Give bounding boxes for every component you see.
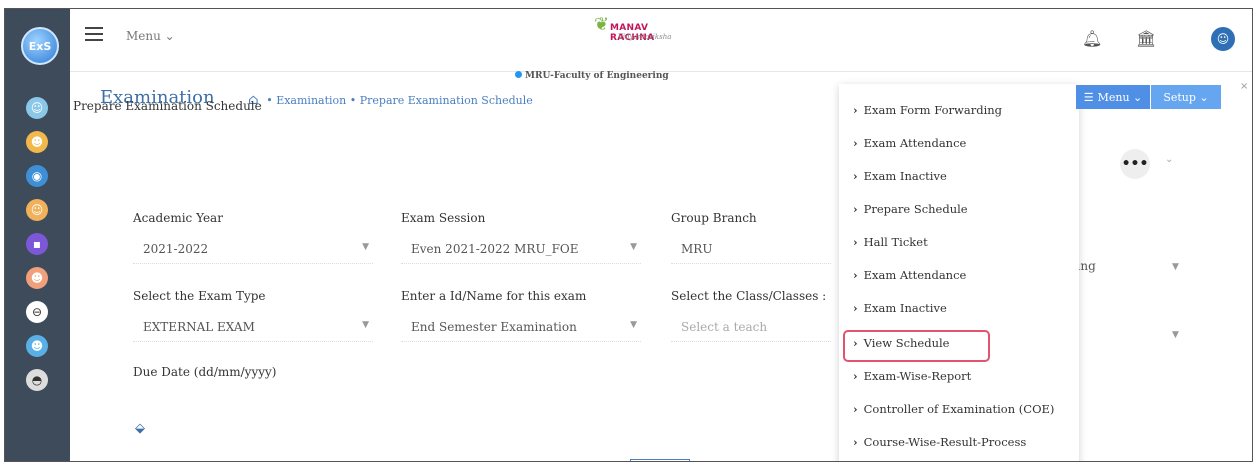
academic-year-value: 2021-2022 <box>143 242 209 256</box>
class-select[interactable]: Select a teach <box>671 315 831 342</box>
faculty-icon[interactable]: ☻ <box>26 131 48 153</box>
menu-item-exam-inactive-2[interactable]: › Exam Inactive <box>853 301 947 315</box>
brand-tagline: Vidyantariksha <box>618 33 672 41</box>
app-logo[interactable]: ExS <box>21 27 59 65</box>
menu-item-prepare-schedule[interactable]: › Prepare Schedule <box>853 202 968 216</box>
exam-type-label: Select the Exam Type <box>133 289 266 303</box>
chevron-down-icon: ▼ <box>1172 262 1179 272</box>
menu-item-label: Prepare Schedule <box>863 202 968 216</box>
chevron-right-icon: › <box>853 169 858 183</box>
chevron-right-icon: › <box>853 235 858 249</box>
menu-item-label: View Schedule <box>863 336 950 350</box>
chevron-right-icon: › <box>853 103 858 117</box>
exam-session-select[interactable]: Even 2021-2022 MRU_FOE ▼ <box>401 237 641 264</box>
menu-item-label: Exam-Wise-Report <box>863 369 972 383</box>
chevron-right-icon: › <box>853 369 858 383</box>
academic-year-label: Academic Year <box>133 211 223 225</box>
chevron-right-icon: › <box>853 301 858 315</box>
student-icon[interactable]: ☺ <box>26 199 48 221</box>
left-rail: ExS ☺ ☻ ◉ ☺ ▪ ☻ ⊖ ☻ ◓ <box>5 9 70 461</box>
more-icon[interactable]: ◓ <box>26 369 48 391</box>
more-options-button[interactable]: ••• <box>1120 149 1150 179</box>
chevron-right-icon: › <box>853 435 858 449</box>
menu-item-coe[interactable]: › Controller of Examination (COE) <box>853 402 1054 416</box>
menu-item-label: Exam Attendance <box>863 268 967 282</box>
menu-item-label: Controller of Examination (COE) <box>863 402 1055 416</box>
group-branch-label: Group Branch <box>671 211 757 225</box>
chevron-down-icon: ▼ <box>362 320 369 330</box>
due-date-label: Due Date (dd/mm/yyyy) <box>133 365 277 379</box>
menu-button[interactable]: ☰ Menu ⌄ <box>1076 85 1150 109</box>
class-placeholder: Select a teach <box>681 320 768 334</box>
card-title: Prepare Examination Schedule <box>73 99 262 113</box>
exam-name-label: Enter a Id/Name for this exam <box>401 289 587 303</box>
app-window: ExS ☺ ☻ ◉ ☺ ▪ ☻ ⊖ ☻ ◓ Menu ⌄ ❦ MANAV RAC… <box>4 8 1253 462</box>
exam-name-select[interactable]: End Semester Examination ▼ <box>401 315 641 342</box>
exam-type-value: EXTERNAL EXAM <box>143 320 255 334</box>
breadcrumb: ⌂ • Examination • Prepare Examination Sc… <box>248 92 533 108</box>
close-icon[interactable]: × <box>1240 81 1248 92</box>
menu-item-hall-ticket[interactable]: › Hall Ticket <box>853 235 928 249</box>
exam-session-label: Exam Session <box>401 211 486 225</box>
institution-icon[interactable]: 🏛︎ <box>1136 29 1156 48</box>
chevron-right-icon: › <box>853 202 858 216</box>
menu-item-course-wise-result[interactable]: › Course-Wise-Result-Process <box>853 435 1026 449</box>
chevron-right-icon: › <box>853 336 858 350</box>
expand-icon[interactable]: ⬙ <box>135 421 145 436</box>
menu-item-exam-attendance-2[interactable]: › Exam Attendance <box>853 268 966 282</box>
brand-logo: ❦ MANAV RACHNA Vidyantariksha <box>592 14 692 46</box>
avatar[interactable]: ☺ <box>1211 27 1235 51</box>
chevron-down-icon: ▼ <box>630 242 637 252</box>
menu-item-view-schedule[interactable]: › View Schedule <box>853 336 949 350</box>
menu-item-label: Exam Attendance <box>863 136 967 150</box>
exam-icon[interactable]: ⊖ <box>26 301 48 323</box>
menu-item-label: Exam Inactive <box>863 301 947 315</box>
menu-item-label: Exam Inactive <box>863 169 947 183</box>
staff-icon[interactable]: ☻ <box>26 267 48 289</box>
exam-name-value: End Semester Examination <box>411 320 577 334</box>
menu-item-exam-wise-report[interactable]: › Exam-Wise-Report <box>853 369 971 383</box>
setup-button[interactable]: Setup ⌄ <box>1151 85 1221 109</box>
messages-icon[interactable]: ▪ <box>26 233 48 255</box>
hamburger-icon[interactable] <box>85 27 103 43</box>
academic-year-select[interactable]: 2021-2022 ▼ <box>133 237 373 264</box>
breadcrumb-prepare-schedule[interactable]: Prepare Examination Schedule <box>360 94 533 107</box>
chevron-right-icon: › <box>853 268 858 282</box>
chevron-down-icon: ▼ <box>1172 330 1179 340</box>
breadcrumb-separator: • <box>349 94 357 107</box>
menu-button-label: Menu ⌄ <box>1097 90 1143 104</box>
exam-type-select[interactable]: EXTERNAL EXAM ▼ <box>133 315 373 342</box>
menu-item-label: Hall Ticket <box>863 235 928 249</box>
analytics-icon[interactable]: ◉ <box>26 165 48 187</box>
bell-icon[interactable]: 🔔︎ <box>1082 29 1102 48</box>
top-menu-dropdown[interactable]: Menu ⌄ <box>126 29 175 43</box>
group-icon[interactable]: ☻ <box>26 335 48 357</box>
pagination-button[interactable] <box>630 459 690 461</box>
menu-item-exam-attendance[interactable]: › Exam Attendance <box>853 136 966 150</box>
chevron-down-icon: ▼ <box>630 320 637 330</box>
examination-menu-dropdown: › Exam Form Forwarding › Exam Attendance ›… <box>839 84 1079 461</box>
group-branch-select[interactable]: MRU <box>671 237 831 264</box>
menu-item-exam-form-forwarding[interactable]: › Exam Form Forwarding <box>853 103 1002 117</box>
class-label: Select the Class/Classes : <box>671 289 827 303</box>
leaf-icon: ❦ <box>594 14 610 35</box>
top-bar: Menu ⌄ ❦ MANAV RACHNA Vidyantariksha 🔔︎ … <box>70 9 1252 72</box>
breadcrumb-separator: • <box>266 94 273 107</box>
user-icon[interactable]: ☺ <box>26 97 48 119</box>
menu-item-label: Exam Form Forwarding <box>863 103 1003 117</box>
menu-item-label: Course-Wise-Result-Process <box>863 435 1027 449</box>
chevron-down-icon: ▼ <box>362 242 369 252</box>
exam-session-value: Even 2021-2022 MRU_FOE <box>411 242 579 256</box>
chevron-right-icon: › <box>853 136 858 150</box>
chevron-right-icon: › <box>853 402 858 416</box>
group-branch-value: MRU <box>681 242 713 256</box>
chevron-down-icon[interactable]: ⌄ <box>1165 154 1173 165</box>
menu-item-exam-inactive[interactable]: › Exam Inactive <box>853 169 947 183</box>
hamburger-icon: ☰ <box>1083 90 1094 104</box>
breadcrumb-examination[interactable]: Examination <box>276 94 346 107</box>
